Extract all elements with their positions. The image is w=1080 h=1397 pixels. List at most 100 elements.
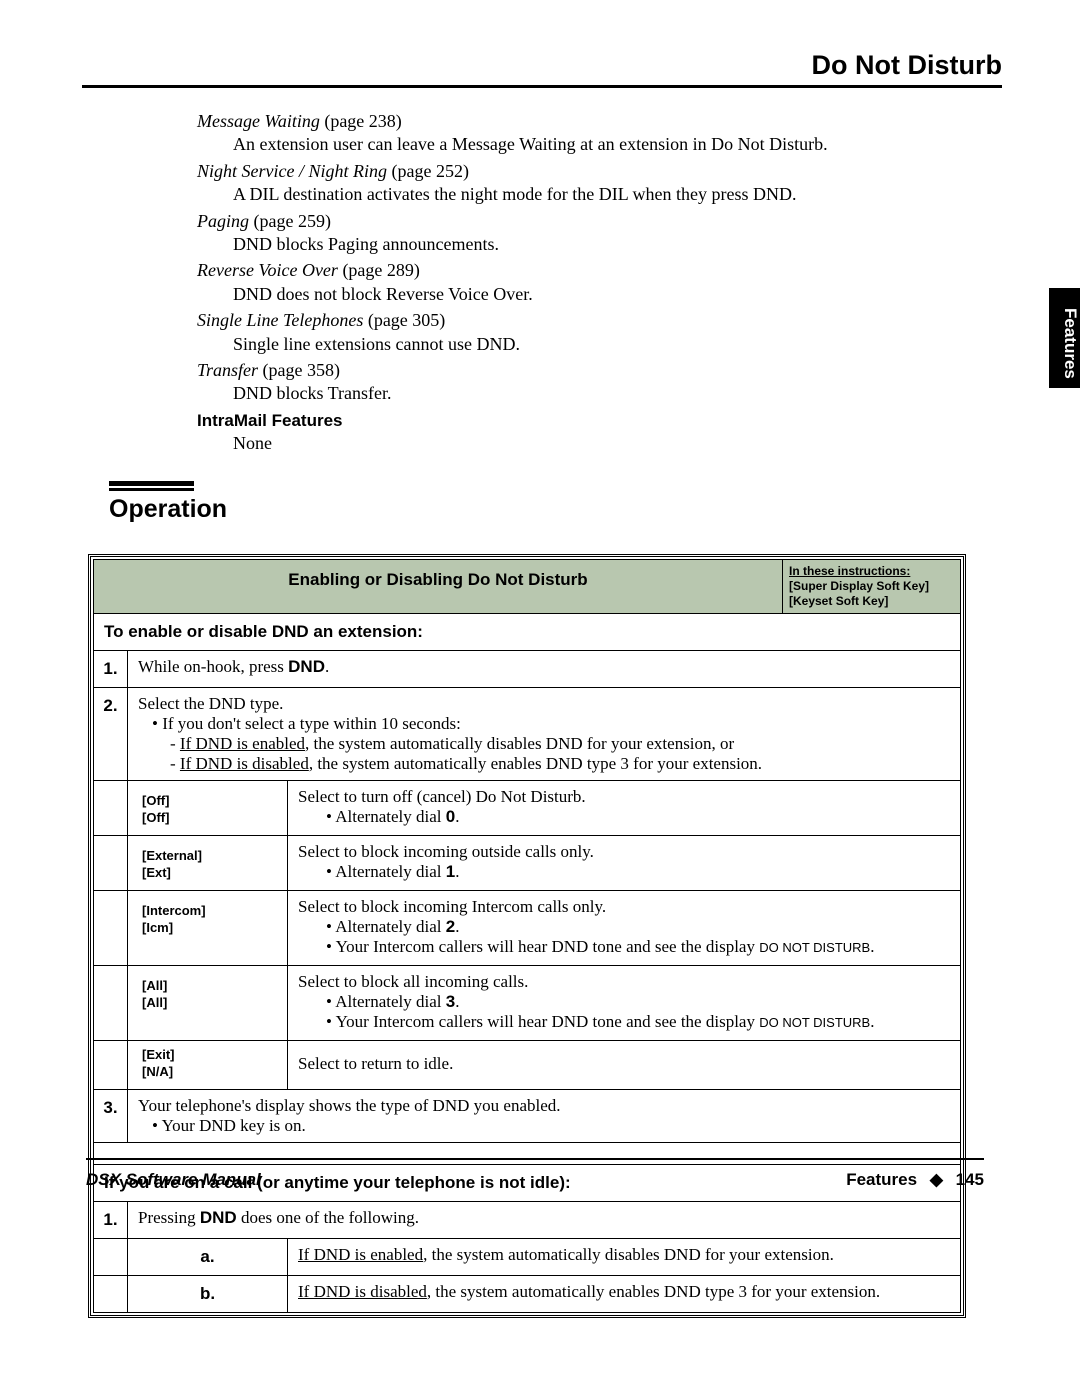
step-row: 3. Your telephone's display shows the ty… — [94, 1089, 961, 1142]
text: Alternately dial — [335, 917, 445, 936]
operation-table: Enabling or Disabling Do Not Disturb In … — [88, 554, 966, 1318]
intramail-value: None — [233, 432, 917, 455]
text: , the system automatically disables DND … — [423, 1245, 834, 1264]
option-row: [Intercom] [Icm] Select to block incomin… — [94, 891, 961, 966]
ref-desc: An extension user can leave a Message Wa… — [233, 133, 917, 156]
ref-title: Night Service / Night Ring — [197, 161, 387, 181]
text: . — [455, 807, 459, 826]
softkey-labels: [Intercom] [Icm] — [128, 891, 288, 966]
footer-page: Features ◆ 145 — [846, 1170, 984, 1190]
step-row: 1. Pressing DND does one of the followin… — [94, 1201, 961, 1238]
option-row: [Exit] [N/A] Select to return to idle. — [94, 1041, 961, 1090]
option-desc: Select to block incoming outside calls o… — [288, 836, 961, 891]
softkey-labels: [All] [All] — [128, 966, 288, 1041]
key-line: [N/A] — [142, 1064, 173, 1079]
key-line: [Ext] — [142, 865, 171, 880]
text: Alternately dial — [335, 992, 445, 1011]
text: Select to turn off (cancel) Do Not Distu… — [298, 787, 950, 807]
text: , the system automatically disables DND … — [305, 734, 734, 753]
ref-item: Message Waiting (page 238) An extension … — [197, 110, 917, 157]
key-line: [Off] — [142, 793, 169, 808]
substep-body: If DND is disabled, the system automatic… — [288, 1275, 961, 1312]
step-number: 1. — [94, 651, 128, 688]
ref-title: Single Line Telephones — [197, 310, 363, 330]
key-line: [External] — [142, 848, 202, 863]
ref-desc: A DIL destination activates the night mo… — [233, 183, 917, 206]
table-title: Enabling or Disabling Do Not Disturb — [94, 560, 783, 614]
option-row: [External] [Ext] Select to block incomin… — [94, 836, 961, 891]
u-text: If DND is enabled — [298, 1245, 423, 1264]
legend-line2: [Super Display Soft Key] — [789, 579, 929, 593]
ref-item: Reverse Voice Over (page 289) DND does n… — [197, 259, 917, 306]
key-line: [Icm] — [142, 920, 173, 935]
ref-title: Paging — [197, 211, 249, 231]
substep-letter: a. — [128, 1238, 288, 1275]
ref-desc: DND blocks Transfer. — [233, 382, 917, 405]
bullet: Your Intercom callers will hear DND tone… — [326, 1012, 950, 1032]
step-number: 1. — [94, 1201, 128, 1238]
ref-page: (page 305) — [368, 310, 445, 330]
ref-page: (page 252) — [391, 161, 468, 181]
text: Select the DND type. — [138, 694, 950, 714]
text: . — [455, 862, 459, 881]
text: , the system automatically enables DND t… — [427, 1282, 880, 1301]
text: . — [455, 917, 459, 936]
text: Alternately dial — [335, 807, 445, 826]
option-desc: Select to return to idle. — [288, 1041, 961, 1090]
table-legend: In these instructions: [Super Display So… — [783, 560, 961, 614]
text: Select to block incoming Intercom calls … — [298, 897, 950, 917]
bullet: Alternately dial 3. — [326, 992, 950, 1012]
caps-text: DO NOT DISTURB — [759, 1015, 870, 1030]
text: Pressing — [138, 1208, 200, 1227]
bullet: If you don't select a type within 10 sec… — [168, 714, 950, 734]
key-line: [All] — [142, 978, 167, 993]
text: . — [325, 657, 329, 676]
caps-text: DO NOT DISTURB — [759, 940, 870, 955]
key-label: 2 — [446, 917, 455, 936]
ref-item: Transfer (page 358) DND blocks Transfer. — [197, 359, 917, 406]
key-label: 1 — [446, 862, 455, 881]
text: . — [870, 1012, 874, 1031]
key-label: DND — [288, 657, 325, 676]
step-row: 2. Select the DND type. If you don't sel… — [94, 688, 961, 781]
step-number: 2. — [94, 688, 128, 781]
ref-item: Single Line Telephones (page 305) Single… — [197, 309, 917, 356]
empty-cell — [94, 891, 128, 966]
bullet: Alternately dial 0. — [326, 807, 950, 827]
ref-title: Transfer — [197, 360, 258, 380]
option-desc: Select to turn off (cancel) Do Not Distu… — [288, 781, 961, 836]
text: Select to block all incoming calls. — [298, 972, 950, 992]
ref-item: Paging (page 259) DND blocks Paging anno… — [197, 210, 917, 257]
key-line: [Exit] — [142, 1047, 175, 1062]
empty-cell — [94, 1238, 128, 1275]
u-text: If DND is enabled — [180, 734, 305, 753]
page-footer: DSX Software Manual Features ◆ 145 — [86, 1158, 984, 1190]
step-body: Pressing DND does one of the following. — [128, 1201, 961, 1238]
ref-title: Reverse Voice Over — [197, 260, 338, 280]
text: . — [455, 992, 459, 1011]
dash-line: If DND is disabled, the system automatic… — [182, 754, 950, 774]
footer-section: Features — [846, 1170, 917, 1189]
legend-line3: [Keyset Soft Key] — [789, 594, 888, 608]
ref-page: (page 259) — [254, 211, 331, 231]
bullet: Alternately dial 2. — [326, 917, 950, 937]
text: . — [870, 937, 874, 956]
page-title: Do Not Disturb — [82, 50, 1002, 88]
key-line: [Off] — [142, 810, 169, 825]
step-body: Your telephone's display shows the type … — [128, 1089, 961, 1142]
substep-row: a. If DND is enabled, the system automat… — [94, 1238, 961, 1275]
footer-manual-name: DSX Software Manual — [86, 1170, 261, 1190]
text: Your telephone's display shows the type … — [138, 1096, 950, 1116]
text: Select to block incoming outside calls o… — [298, 842, 950, 862]
ref-page: (page 358) — [263, 360, 340, 380]
text: While on-hook, press — [138, 657, 288, 676]
diamond-icon: ◆ — [930, 1170, 943, 1189]
ref-title: Message Waiting — [197, 111, 320, 131]
operation-block: Operation Enabling or Disabling Do Not D… — [82, 481, 1002, 1318]
empty-cell — [94, 781, 128, 836]
step-body: While on-hook, press DND. — [128, 651, 961, 688]
ref-page: (page 238) — [324, 111, 401, 131]
page-number: 145 — [956, 1170, 984, 1189]
text: Select to return to idle. — [298, 1054, 950, 1074]
ref-desc: DND blocks Paging announcements. — [233, 233, 917, 256]
